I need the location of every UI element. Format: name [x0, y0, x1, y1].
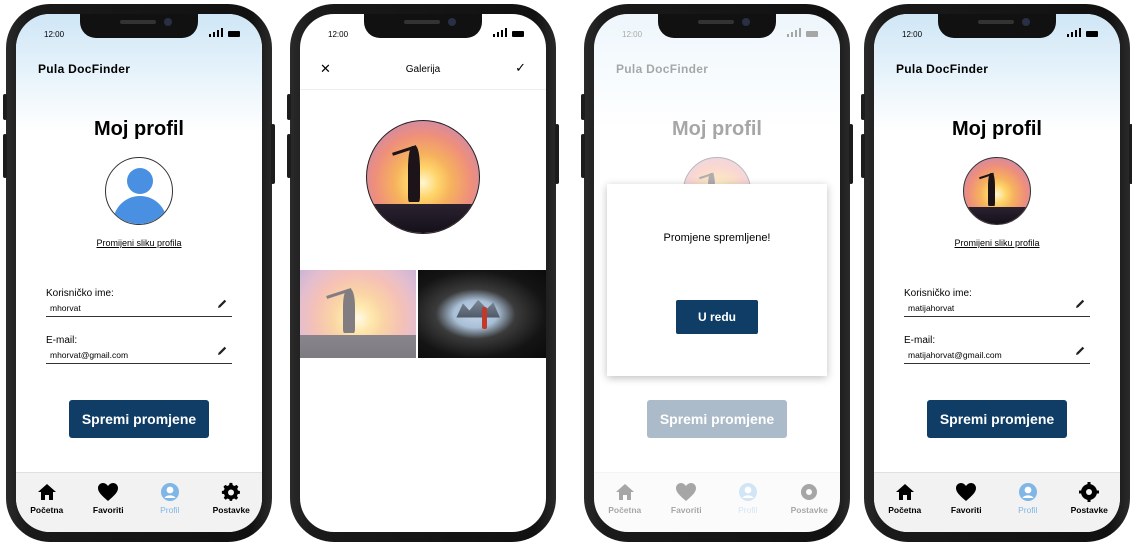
save-button: Spremi promjene [647, 400, 787, 438]
phone-frame-3: 12:00 Pula DocFinder Moj profil Spremi p… [581, 4, 853, 542]
signal-battery-icon [1067, 28, 1098, 37]
tab-label: Postavke [1070, 505, 1108, 515]
gallery-header: ✕ Galerija ✓ [300, 54, 546, 90]
gallery-screen: 12:00 ✕ Galerija ✓ [300, 14, 546, 532]
status-time: 12:00 [902, 30, 923, 39]
gear-icon [203, 481, 259, 503]
tab-home: Početna [597, 481, 653, 532]
heart-icon [658, 481, 714, 503]
status-time: 12:00 [622, 30, 643, 39]
tab-profile[interactable]: Profil [1000, 481, 1056, 532]
bottom-tabbar: Početna Favoriti Profil Postavke [874, 472, 1120, 532]
gear-icon [781, 481, 837, 503]
profile-icon [142, 481, 198, 503]
app-title: Pula DocFinder [896, 62, 989, 76]
username-field[interactable]: mhorvat [46, 303, 232, 317]
gallery-thumbnail-sunset[interactable] [300, 270, 416, 358]
heart-icon [938, 481, 994, 503]
email-label: E-mail: [46, 335, 78, 346]
username-label: Korisničko ime: [904, 288, 972, 299]
tab-home[interactable]: Početna [19, 481, 75, 532]
avatar[interactable] [963, 157, 1031, 225]
edit-username-icon[interactable] [1074, 298, 1086, 310]
signal-battery-icon [209, 28, 240, 37]
phone-frame-2: 12:00 ✕ Galerija ✓ [287, 4, 559, 542]
selected-photo-preview [366, 120, 480, 234]
tab-profile[interactable]: Profil [142, 481, 198, 532]
check-icon[interactable]: ✓ [515, 60, 526, 76]
heart-icon [80, 481, 136, 503]
app-title: Pula DocFinder [616, 62, 709, 76]
confirmation-dialog: Promjene spremljene! U redu [607, 184, 827, 376]
gear-icon [1061, 481, 1117, 503]
app-title: Pula DocFinder [38, 62, 131, 76]
email-field[interactable]: mhorvat@gmail.com [46, 350, 232, 364]
username-label: Korisničko ime: [46, 288, 114, 299]
page-title: Moj profil [952, 118, 1042, 140]
tab-label: Početna [608, 505, 642, 515]
home-icon [877, 481, 933, 503]
gallery-title: Galerija [405, 64, 441, 75]
profile-icon [1000, 481, 1056, 503]
status-time: 12:00 [328, 30, 349, 39]
page-title: Moj profil [94, 118, 184, 140]
tab-label: Profil [1018, 505, 1038, 515]
saved-confirmation-screen: 12:00 Pula DocFinder Moj profil Spremi p… [594, 14, 840, 532]
bottom-tabbar: Početna Favoriti Profil Postavke [594, 472, 840, 532]
status-time: 12:00 [44, 30, 65, 39]
page-title: Moj profil [672, 118, 762, 140]
tab-label: Favoriti [92, 505, 124, 515]
tab-label: Favoriti [950, 505, 982, 515]
edit-username-icon[interactable] [216, 298, 228, 310]
edit-email-icon[interactable] [1074, 345, 1086, 357]
gallery-thumbnail-cave[interactable] [418, 270, 546, 358]
dialog-message: Promjene spremljene! [663, 232, 771, 244]
profile-screen: 12:00 Pula DocFinder Moj profil Promijen… [16, 14, 262, 532]
tab-label: Početna [30, 505, 64, 515]
username-field[interactable]: matijahorvat [904, 303, 1090, 317]
profile-screen-updated: 12:00 Pula DocFinder Moj profil Promijen… [874, 14, 1120, 532]
tab-settings: Postavke [781, 481, 837, 532]
email-field[interactable]: matijahorvat@gmail.com [904, 350, 1090, 364]
tab-profile: Profil [720, 481, 776, 532]
phone-frame-1: 12:00 Pula DocFinder Moj profil Promijen… [3, 4, 275, 542]
save-button[interactable]: Spremi promjene [69, 400, 209, 438]
tab-label: Postavke [790, 505, 828, 515]
home-icon [597, 481, 653, 503]
tab-label: Profil [160, 505, 180, 515]
change-photo-link[interactable]: Promijeni sliku profila [874, 238, 1120, 248]
profile-icon [720, 481, 776, 503]
ok-button[interactable]: U redu [676, 300, 758, 334]
avatar-placeholder[interactable] [105, 157, 173, 225]
tab-label: Favoriti [670, 505, 702, 515]
home-icon [19, 481, 75, 503]
tab-label: Profil [738, 505, 758, 515]
tab-label: Početna [888, 505, 922, 515]
edit-email-icon[interactable] [216, 345, 228, 357]
tab-settings[interactable]: Postavke [203, 481, 259, 532]
signal-battery-icon [493, 28, 524, 37]
tab-home[interactable]: Početna [877, 481, 933, 532]
bottom-tabbar: Početna Favoriti Profil Postavke [16, 472, 262, 532]
phone-frame-4: 12:00 Pula DocFinder Moj profil Promijen… [861, 4, 1132, 542]
tab-settings[interactable]: Postavke [1061, 481, 1117, 532]
tab-label: Postavke [212, 505, 250, 515]
tab-favorites[interactable]: Favoriti [938, 481, 994, 532]
signal-battery-icon [787, 28, 818, 37]
save-button[interactable]: Spremi promjene [927, 400, 1067, 438]
change-photo-link[interactable]: Promijeni sliku profila [16, 238, 262, 248]
email-label: E-mail: [904, 335, 936, 346]
tab-favorites[interactable]: Favoriti [80, 481, 136, 532]
tab-favorites: Favoriti [658, 481, 714, 532]
